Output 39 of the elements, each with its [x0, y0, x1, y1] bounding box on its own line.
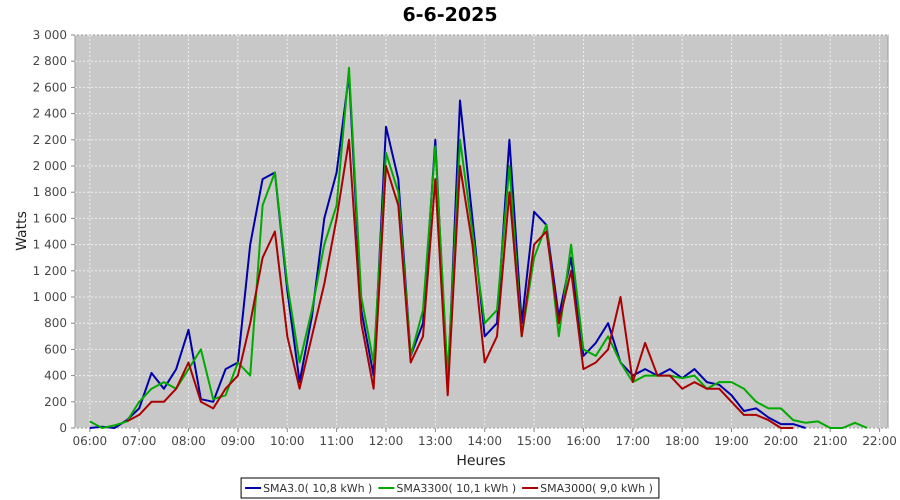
x-tick-label: 14:00	[467, 434, 502, 448]
y-tick-label: 1 000	[32, 290, 67, 304]
x-tick-label: 12:00	[368, 434, 404, 448]
legend-label: SMA3000( 9,0 kWh )	[540, 482, 653, 495]
y-tick-label: 0	[59, 421, 67, 435]
y-tick-label: 800	[44, 316, 67, 330]
y-tick-label: 2 800	[32, 54, 67, 68]
y-tick-label: 400	[44, 368, 67, 383]
y-tick-label: 1 600	[32, 211, 67, 226]
y-tick-label: 1 800	[32, 185, 67, 200]
y-tick-label: 2 600	[32, 80, 67, 94]
x-tick-label: 22:00	[862, 434, 897, 448]
y-tick-label: 1 400	[32, 238, 67, 252]
y-tick-label: 1 200	[32, 264, 67, 278]
x-tick-label: 11:00	[319, 434, 354, 448]
y-tick-label: 3 000	[32, 28, 67, 42]
y-tick-label: 200	[44, 394, 67, 409]
chart-title: 6-6-2025	[402, 4, 498, 26]
x-tick-label: 16:00	[566, 434, 601, 448]
y-tick-label: 2 400	[32, 106, 67, 121]
x-tick-label: 10:00	[270, 434, 305, 448]
x-tick-label: 09:00	[220, 434, 256, 448]
x-tick-label: 17:00	[616, 434, 650, 448]
x-tick-label: 18:00	[664, 434, 700, 448]
x-tick-label: 08:00	[171, 434, 206, 448]
x-tick-label: 20:00	[764, 434, 798, 448]
x-tick-label: 15:00	[516, 434, 552, 448]
x-tick-label: 07:00	[122, 434, 156, 448]
x-axis-title: Heures	[456, 453, 506, 469]
legend-label: SMA3.0( 10,8 kWh )	[263, 482, 372, 495]
legend-label: SMA3300( 10,1 kWh )	[396, 482, 516, 495]
y-tick-label: 2 000	[32, 159, 67, 173]
x-tick-label: 19:00	[714, 434, 749, 448]
x-tick-label: 06:00	[72, 434, 108, 448]
y-axis-title: Watts	[14, 211, 30, 251]
y-tick-label: 600	[44, 342, 67, 356]
y-tick-label: 2 200	[32, 132, 67, 147]
x-tick-label: 13:00	[418, 434, 453, 448]
x-tick-label: 21:00	[812, 434, 848, 448]
